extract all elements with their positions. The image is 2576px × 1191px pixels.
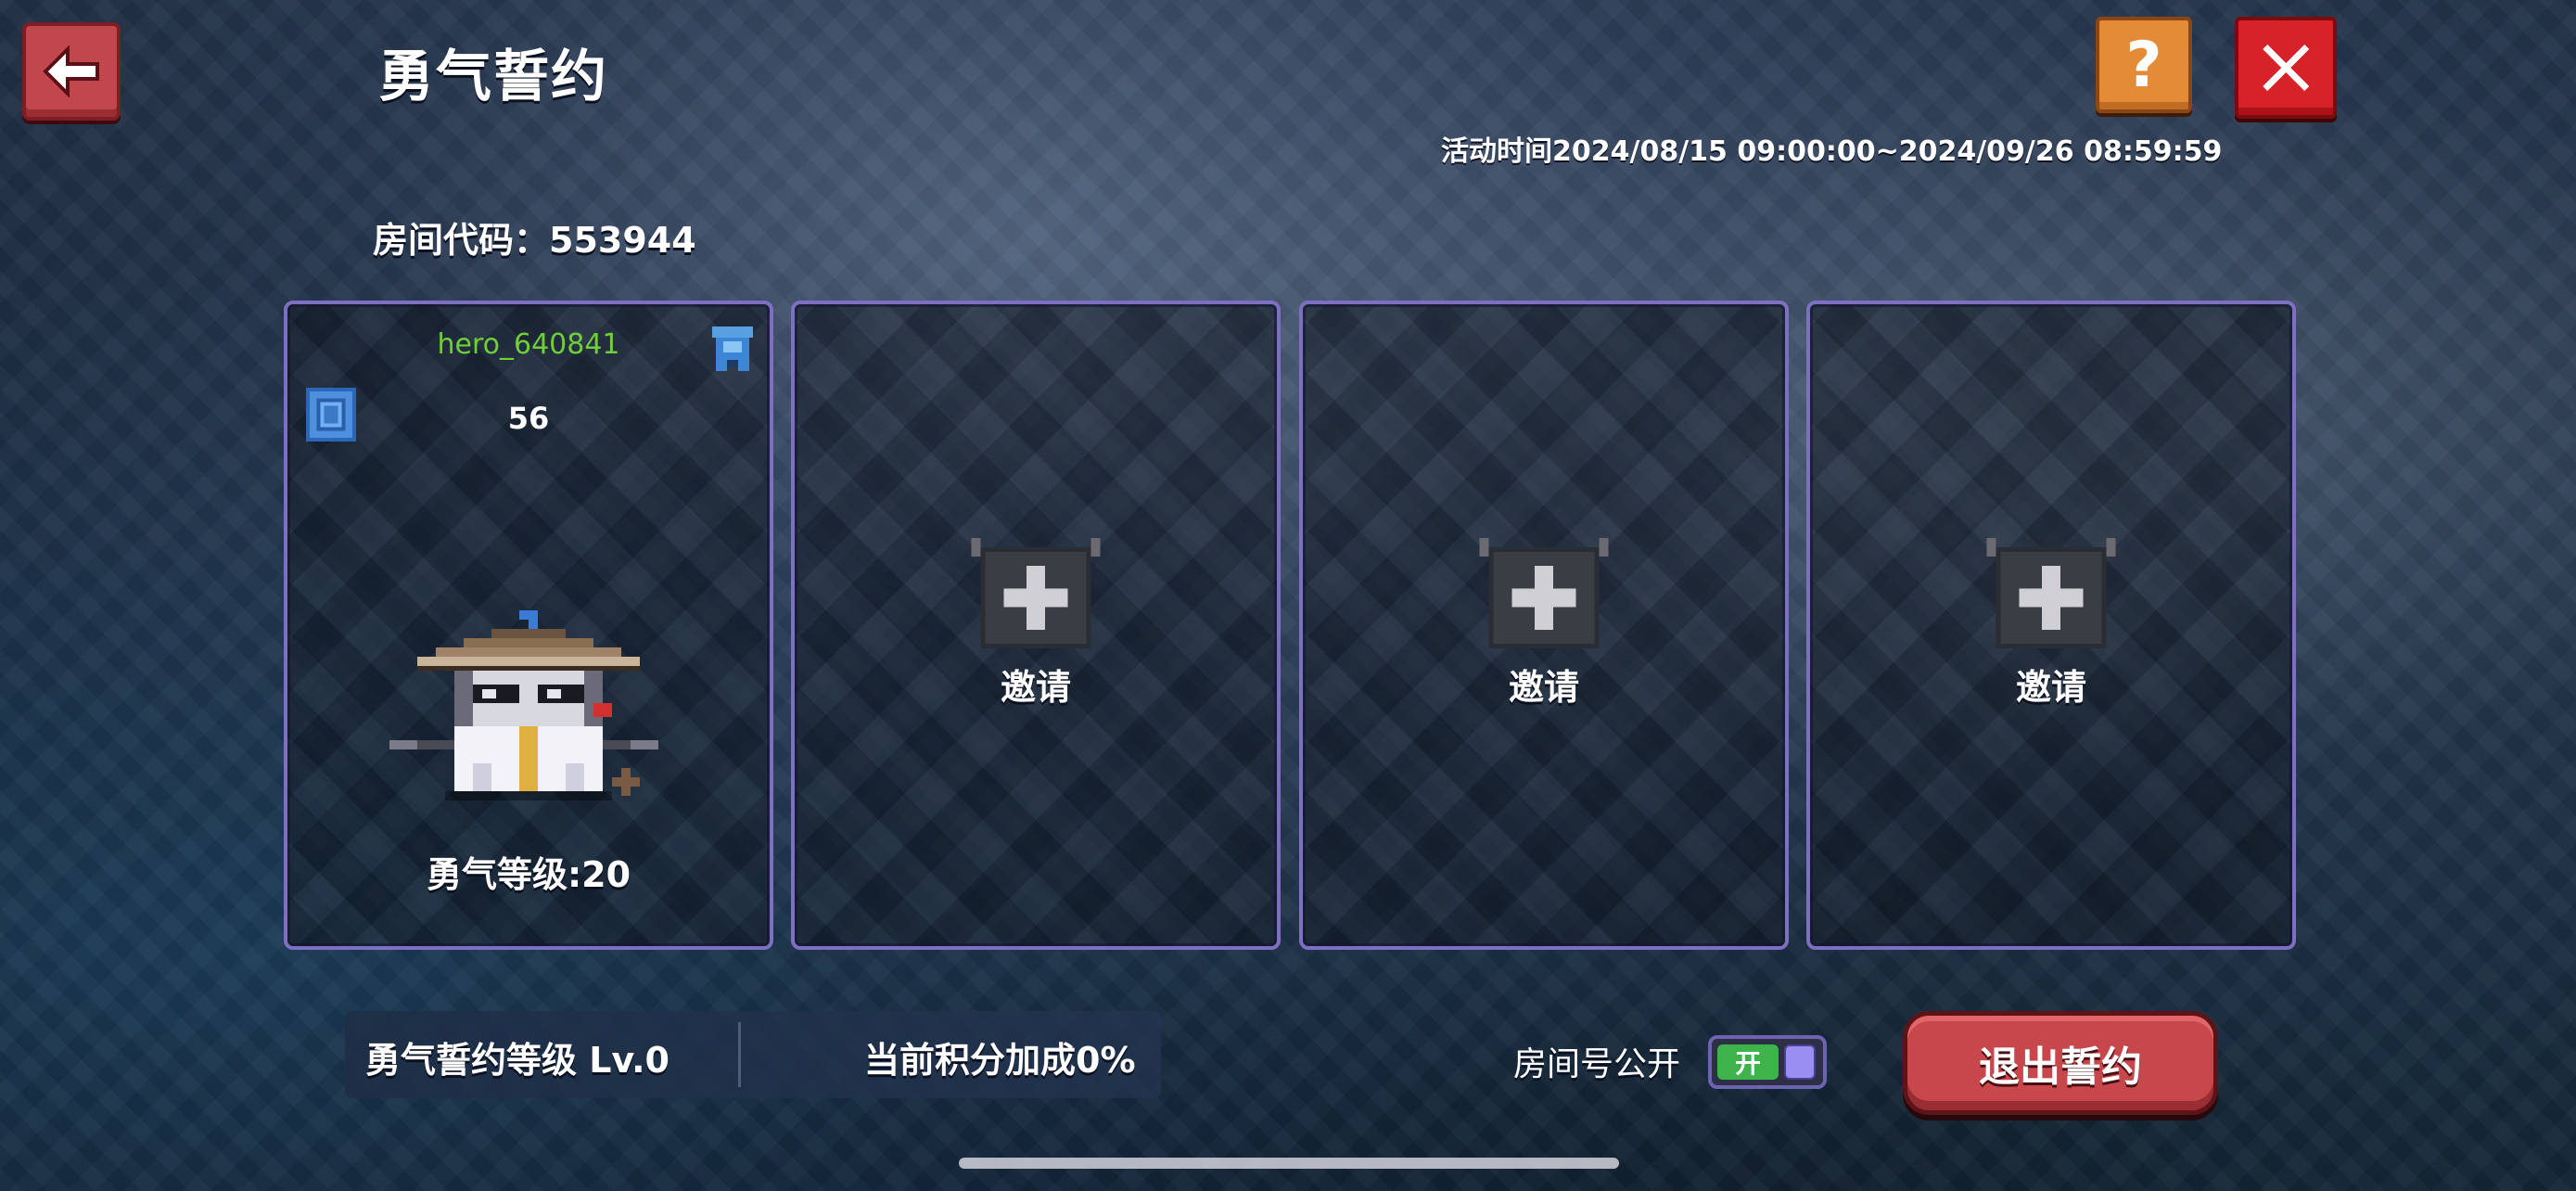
invite-label: 邀请 [1508,667,1579,708]
banner-flag-icon[interactable] [708,323,757,375]
invite-label: 邀请 [2015,667,2086,708]
vow-info-panel: 勇气誓约等级 Lv.0 当前积分加成0% [345,1011,1161,1098]
player-level: 56 [507,401,550,436]
toggle-knob [1784,1044,1816,1080]
plus-icon [971,538,1101,649]
room-public-toggle[interactable]: 开 [1708,1035,1827,1089]
divider [738,1022,741,1087]
invite-slot: 邀请 [791,301,1281,950]
invite-button[interactable]: 邀请 [943,523,1129,709]
room-code: 房间代码：553944 [373,220,696,261]
invite-button[interactable]: 邀请 [1451,523,1637,709]
room-public-label: 房间号公开 [1513,1045,1681,1083]
page-title: 勇气誓约 [378,45,608,109]
close-x-icon [2263,45,2309,91]
score-bonus: 当前积分加成0% [864,1040,1136,1081]
help-button[interactable]: ? [2096,17,2192,113]
player-name: hero_640841 [437,328,620,361]
player-slot: hero_640841 56 勇气等级:20 [284,301,773,950]
toggle-on-state: 开 [1717,1044,1779,1080]
game-screen: 勇气誓约 ? 活动时间2024/08/15 09:00:00~2024/09/2… [0,0,2576,1191]
plus-icon [1479,538,1609,649]
hero-sprite [389,610,658,800]
invite-label: 邀请 [1000,667,1071,708]
invite-slot: 邀请 [1299,301,1789,950]
event-time: 活动时间2024/08/15 09:00:00~2024/09/26 08:59… [1441,135,2223,168]
back-button[interactable] [22,22,121,121]
vow-level: 勇气誓约等级 Lv.0 [365,1040,670,1081]
courage-level: 勇气等级:20 [426,854,631,895]
arrow-left-icon [43,45,99,97]
quit-vow-button[interactable]: 退出誓约 [1903,1011,2218,1115]
close-button[interactable] [2235,17,2337,119]
invite-button[interactable]: 邀请 [1958,523,2144,709]
invite-slot: 邀请 [1806,301,2296,950]
plus-icon [1986,538,2116,649]
question-mark-icon: ? [2125,28,2162,102]
home-indicator[interactable] [959,1158,1619,1169]
